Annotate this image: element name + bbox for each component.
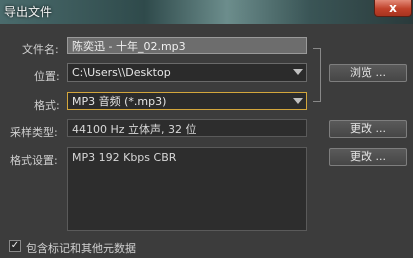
window-title: 导出文件 xyxy=(4,5,53,19)
chevron-down-icon xyxy=(293,98,303,104)
title-bar[interactable]: 导出文件 x xyxy=(0,0,413,24)
chevron-down-icon xyxy=(293,69,303,75)
check-icon: ✓ xyxy=(10,240,20,251)
location-format-bracket xyxy=(313,48,321,102)
format-settings-value: MP3 192 Kbps CBR xyxy=(67,147,307,231)
format-settings-label: 格式设置: xyxy=(10,154,58,167)
sample-type-value: 44100 Hz 立体声, 32 位 xyxy=(67,119,307,137)
format-label: 格式: xyxy=(34,99,60,112)
filename-label: 文件名: xyxy=(22,43,59,56)
location-value: C:\Users\\Desktop xyxy=(72,66,171,79)
metadata-checkbox[interactable]: ✓ xyxy=(9,240,21,252)
change-sample-type-button[interactable]: 更改 ... xyxy=(329,120,407,138)
browse-button[interactable]: 浏览 ... xyxy=(329,64,407,82)
location-dropdown[interactable]: C:\Users\\Desktop xyxy=(67,63,307,82)
change-format-settings-button[interactable]: 更改 ... xyxy=(329,148,407,166)
format-value: MP3 音频 (*.mp3) xyxy=(72,95,167,108)
location-label: 位置: xyxy=(34,70,60,83)
filename-input[interactable]: 陈奕迅 - 十年_02.mp3 xyxy=(67,37,307,54)
sample-type-label: 采样类型: xyxy=(10,126,58,139)
close-icon: x xyxy=(389,1,397,15)
close-button[interactable]: x xyxy=(374,0,412,17)
metadata-checkbox-label[interactable]: 包含标记和其他元数据 xyxy=(26,240,136,256)
format-dropdown[interactable]: MP3 音频 (*.mp3) xyxy=(67,92,307,110)
